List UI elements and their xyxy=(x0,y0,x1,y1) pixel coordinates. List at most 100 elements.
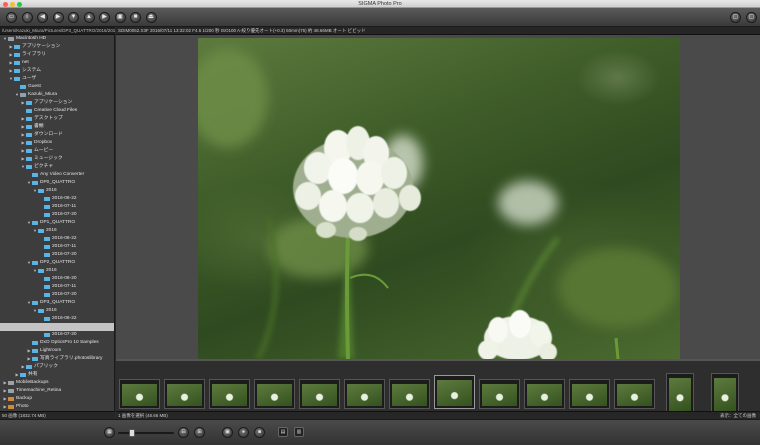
disclosure-closed-icon[interactable]: ▶ xyxy=(3,403,7,411)
tree-row[interactable]: ▶ システム xyxy=(0,67,114,75)
disclosure-open-icon[interactable]: ▼ xyxy=(3,35,7,43)
thumbnail-size-slider[interactable] xyxy=(118,432,174,434)
tree-row[interactable]: Creative Cloud Files xyxy=(0,107,114,115)
tree-row[interactable]: ▶ ライブラリ xyxy=(0,51,114,59)
tree-row[interactable]: ▶ Lightroom xyxy=(0,347,114,355)
tree-row[interactable]: ▼ ユーザ xyxy=(0,75,114,83)
tree-row[interactable] xyxy=(0,323,114,331)
tree-row[interactable]: 2016-07-20 xyxy=(0,211,114,219)
slideshow-icon[interactable]: ▣ xyxy=(114,12,126,23)
disclosure-open-icon[interactable]: ▼ xyxy=(33,187,37,195)
disclosure-closed-icon[interactable]: ▶ xyxy=(9,51,13,59)
filmstrip-thumbnail[interactable] xyxy=(299,379,340,409)
tree-row[interactable]: ▼ Macintosh HD xyxy=(0,35,114,43)
filmstrip-thumbnail[interactable] xyxy=(569,379,610,409)
filmstrip-thumbnail[interactable] xyxy=(209,379,250,409)
tree-row[interactable]: ▶ パブリック xyxy=(0,363,114,371)
tree-row[interactable]: ▼ ピクチャ xyxy=(0,163,114,171)
disclosure-closed-icon[interactable]: ▶ xyxy=(21,123,25,131)
record-icon[interactable]: ● xyxy=(238,427,249,438)
tree-row[interactable]: ▼ DP0_QUATTRO xyxy=(0,179,114,187)
tree-row[interactable]: 2016-06-22 xyxy=(0,315,114,323)
info-icon[interactable]: i xyxy=(21,12,33,23)
tree-row[interactable]: ▶ アプリケーション xyxy=(0,99,114,107)
tree-row[interactable]: 2016-07-20 xyxy=(0,331,114,339)
tree-row[interactable]: ▶ net xyxy=(0,59,114,67)
filmstrip[interactable] xyxy=(116,359,760,414)
tree-row[interactable]: 2016-07-20 xyxy=(0,251,114,259)
tree-row[interactable]: ▼ 2016 xyxy=(0,227,114,235)
single-view-icon[interactable]: ▣ xyxy=(222,427,233,438)
filmstrip-thumbnail[interactable] xyxy=(434,375,475,409)
tree-row[interactable]: ▶ 書類 xyxy=(0,123,114,131)
tree-row[interactable]: ▶ デスクトップ xyxy=(0,115,114,123)
disclosure-closed-icon[interactable]: ▶ xyxy=(21,99,25,107)
tree-row[interactable]: ▶ 共有 xyxy=(0,371,114,379)
disclosure-open-icon[interactable]: ▼ xyxy=(27,259,31,267)
open-folder-icon[interactable]: ▭ xyxy=(6,12,17,23)
tree-row[interactable]: ▼ 2016 xyxy=(0,187,114,195)
rotate-left-icon[interactable]: ▢ xyxy=(730,12,741,23)
filmstrip-thumbnail[interactable] xyxy=(614,379,655,409)
disclosure-open-icon[interactable]: ▼ xyxy=(33,267,37,275)
tree-row[interactable]: ▶ Timemachine_Retina xyxy=(0,387,114,395)
filmstrip-thumbnail[interactable] xyxy=(254,379,295,409)
disclosure-closed-icon[interactable]: ▶ xyxy=(15,371,19,379)
disclosure-closed-icon[interactable]: ▶ xyxy=(3,387,7,395)
disclosure-closed-icon[interactable]: ▶ xyxy=(3,379,7,387)
disclosure-closed-icon[interactable]: ▶ xyxy=(27,355,31,363)
disclosure-closed-icon[interactable]: ▶ xyxy=(21,131,25,139)
image-viewer[interactable] xyxy=(116,35,760,359)
disclosure-open-icon[interactable]: ▼ xyxy=(27,179,31,187)
filmstrip-thumbnail[interactable] xyxy=(479,379,520,409)
tree-row[interactable]: ▶ ダウンロード xyxy=(0,131,114,139)
slider-handle[interactable] xyxy=(129,429,135,437)
disclosure-open-icon[interactable]: ▼ xyxy=(9,75,13,83)
tree-row[interactable]: 2016-06-20 xyxy=(0,275,114,283)
tree-row[interactable]: 2016-06-22 xyxy=(0,195,114,203)
tree-row[interactable]: ▶ ミュージック xyxy=(0,155,114,163)
filmstrip-thumbnail[interactable] xyxy=(344,379,385,409)
tree-row[interactable]: 2016-07-11 xyxy=(0,203,114,211)
trash-icon[interactable]: ▥ xyxy=(294,427,304,437)
filmstrip-thumbnail[interactable] xyxy=(711,373,739,414)
tree-row[interactable]: ▼ DP3_QUATTRO xyxy=(0,299,114,307)
filmstrip-thumbnail[interactable] xyxy=(164,379,205,409)
back-icon[interactable]: ◀ xyxy=(37,12,48,23)
disclosure-open-icon[interactable]: ▼ xyxy=(33,227,37,235)
filmstrip-thumbnail[interactable] xyxy=(119,379,160,409)
tree-row[interactable]: ▼ DP1_QUATTRO xyxy=(0,219,114,227)
tree-row[interactable]: ▶ Backup xyxy=(0,395,114,403)
folder-tree[interactable]: ▼ Macintosh HD ▶ アプリケーション ▶ ライブラリ ▶ net ▶ システム ▼ ユー… xyxy=(0,35,115,411)
tree-row[interactable]: 2016-06-22 xyxy=(0,235,114,243)
tree-row[interactable]: ▶ Photo xyxy=(0,403,114,411)
path-field[interactable]: /Users/Kazuki_Miura/Pictures/DP3_QUATTRO… xyxy=(0,27,115,35)
filmstrip-thumbnail[interactable] xyxy=(389,379,430,409)
tree-row[interactable]: ▼ 2016 xyxy=(0,307,114,315)
disclosure-open-icon[interactable]: ▼ xyxy=(27,299,31,307)
disclosure-closed-icon[interactable]: ▶ xyxy=(21,115,25,123)
disclosure-closed-icon[interactable]: ▶ xyxy=(21,155,25,163)
tree-row[interactable]: ▼ DP2_QUATTRO xyxy=(0,259,114,267)
fit-view-icon[interactable]: ⊟ xyxy=(178,427,189,438)
tree-row[interactable]: ▶ ムービー xyxy=(0,147,114,155)
tree-row[interactable]: Any Video Converter xyxy=(0,171,114,179)
print-icon[interactable]: ▲ xyxy=(83,12,95,23)
tree-row[interactable]: ▶ 写真ライブラリ.photoslibrary xyxy=(0,355,114,363)
tree-row[interactable]: ▶ MobileBackups xyxy=(0,379,114,387)
disclosure-closed-icon[interactable]: ▶ xyxy=(9,43,13,51)
disclosure-closed-icon[interactable]: ▶ xyxy=(9,67,13,75)
disclosure-closed-icon[interactable]: ▶ xyxy=(3,395,7,403)
grid-view-icon[interactable]: ▦ xyxy=(104,427,115,438)
tree-row[interactable]: ▼ Kazuki_Miura xyxy=(0,91,114,99)
stop-icon[interactable]: ■ xyxy=(130,12,141,23)
disclosure-closed-icon[interactable]: ▶ xyxy=(21,147,25,155)
tree-row[interactable]: DxO OpticsPro 10 Samples xyxy=(0,339,114,347)
disclosure-closed-icon[interactable]: ▶ xyxy=(27,347,31,355)
rotate-right-icon[interactable]: ▢ xyxy=(746,12,757,23)
disclosure-closed-icon[interactable]: ▶ xyxy=(9,59,13,67)
tree-row[interactable]: 2016-07-11 xyxy=(0,283,114,291)
stop-icon[interactable]: ■ xyxy=(254,427,265,438)
disclosure-closed-icon[interactable]: ▶ xyxy=(21,139,25,147)
tree-row[interactable]: ▶ アプリケーション xyxy=(0,43,114,51)
